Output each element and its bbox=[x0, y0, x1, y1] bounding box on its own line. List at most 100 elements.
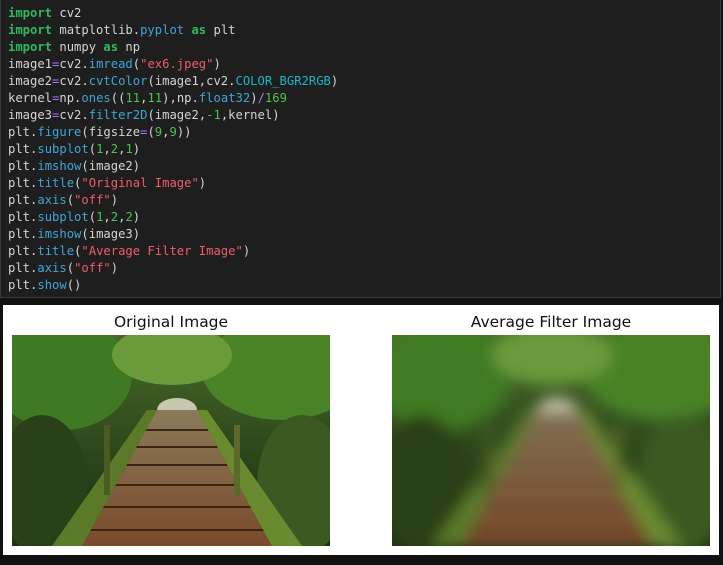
code-line: kernel=np.ones((11,11),np.float32)/169 bbox=[8, 90, 338, 107]
code-token: plt. bbox=[8, 193, 38, 207]
code-token: ) bbox=[330, 74, 339, 88]
original-image-title: Original Image bbox=[113, 313, 229, 331]
code-token: float32 bbox=[198, 91, 251, 105]
code-token: (image1,cv2. bbox=[147, 74, 236, 88]
code-token: title bbox=[37, 244, 75, 258]
original-image bbox=[12, 335, 330, 546]
code-line: import matplotlib.pyplot as plt bbox=[8, 22, 338, 39]
code-token: imshow bbox=[37, 159, 82, 173]
code-token: show bbox=[37, 278, 67, 292]
code-token: plt. bbox=[8, 159, 38, 173]
code-token: plt. bbox=[8, 278, 38, 292]
code-token: "off" bbox=[74, 261, 111, 275]
code-token: (image2, bbox=[147, 108, 207, 122]
code-token: ) bbox=[132, 142, 141, 156]
code-token: cv2. bbox=[59, 57, 89, 71]
code-token: title bbox=[37, 176, 75, 190]
code-token: ( bbox=[132, 57, 141, 71]
code-token: cv2 bbox=[52, 6, 82, 20]
code-token: ),np. bbox=[162, 91, 199, 105]
code-token: np bbox=[118, 40, 141, 54]
code-token: )) bbox=[176, 125, 192, 139]
code-token: subplot bbox=[37, 210, 89, 224]
code-token: (( bbox=[110, 91, 126, 105]
code-token: plt. bbox=[8, 210, 38, 224]
code-token: ( bbox=[147, 125, 155, 139]
code-line: plt.title("Original Image") bbox=[8, 175, 338, 192]
code-token: 1 bbox=[125, 142, 133, 156]
code-token: cv2. bbox=[59, 74, 89, 88]
code-token: image3 bbox=[8, 108, 53, 122]
code-line: plt.figure(figsize=(9,9)) bbox=[8, 124, 338, 141]
code-line: plt.axis("off") bbox=[8, 192, 338, 209]
code-line: import numpy as np bbox=[8, 39, 338, 56]
code-token: imshow bbox=[37, 227, 82, 241]
code-token: , bbox=[103, 210, 111, 224]
code-token: ) bbox=[110, 193, 119, 207]
code-line: image3=cv2.filter2D(image2,-1,kernel) bbox=[8, 107, 338, 124]
code-token: import bbox=[8, 6, 53, 20]
code-token: 2 bbox=[125, 210, 133, 224]
code-token: "Original Image" bbox=[81, 176, 199, 190]
code-token: () bbox=[66, 278, 82, 292]
code-token: matplotlib. bbox=[52, 23, 141, 37]
code-line: plt.title("Average Filter Image") bbox=[8, 243, 338, 260]
code-token: numpy bbox=[52, 40, 104, 54]
code-token: -1 bbox=[206, 108, 221, 122]
code-token: axis bbox=[37, 193, 67, 207]
code-token: "Average Filter Image" bbox=[81, 244, 243, 258]
code-token: 169 bbox=[264, 91, 287, 105]
code-token: ones bbox=[81, 91, 111, 105]
code-token: cvtColor bbox=[88, 74, 148, 88]
code-token: pyplot bbox=[140, 23, 185, 37]
code-token: "ex6.jpeg" bbox=[140, 57, 214, 71]
code-token: filter2D bbox=[88, 108, 148, 122]
code-token: 11 bbox=[125, 91, 141, 105]
code-token: 2 bbox=[110, 210, 119, 224]
code-token: plt. bbox=[8, 125, 38, 139]
code-line: plt.subplot(1,2,2) bbox=[8, 209, 338, 226]
code-token: plt bbox=[206, 23, 236, 37]
code-token: import bbox=[8, 40, 53, 54]
code-token: figure bbox=[37, 125, 82, 139]
code-token: (figsize bbox=[81, 125, 141, 139]
code-editor[interactable]: import cv2 import matplotlib.pyplot as pl… bbox=[8, 5, 338, 294]
code-cell[interactable]: import cv2 import matplotlib.pyplot as pl… bbox=[0, 0, 721, 298]
code-token: plt. bbox=[8, 176, 38, 190]
code-token: np. bbox=[59, 91, 82, 105]
filtered-image bbox=[392, 335, 710, 546]
code-token: image1 bbox=[8, 57, 53, 71]
code-token: subplot bbox=[37, 142, 89, 156]
code-token: ,kernel) bbox=[220, 108, 280, 122]
code-token: ) bbox=[198, 176, 207, 190]
code-token: (image2) bbox=[81, 159, 141, 173]
code-line: plt.imshow(image2) bbox=[8, 158, 338, 175]
code-token: COLOR_BGR2RGB bbox=[235, 74, 331, 88]
code-token: axis bbox=[37, 261, 67, 275]
code-line: plt.subplot(1,2,1) bbox=[8, 141, 338, 158]
code-token: "off" bbox=[74, 193, 111, 207]
code-line: plt.imshow(image3) bbox=[8, 226, 338, 243]
filtered-image-title: Average Filter Image bbox=[470, 313, 632, 331]
code-token: plt. bbox=[8, 261, 38, 275]
code-token: image2 bbox=[8, 74, 53, 88]
code-token: , bbox=[103, 142, 111, 156]
code-token: as bbox=[103, 40, 119, 54]
code-token: (image3) bbox=[81, 227, 141, 241]
code-token: ) bbox=[110, 261, 119, 275]
code-token: / bbox=[257, 91, 265, 105]
code-token: kernel bbox=[8, 91, 53, 105]
code-token: plt. bbox=[8, 142, 38, 156]
code-token: ( bbox=[88, 142, 97, 156]
code-line: plt.show() bbox=[8, 277, 338, 294]
code-token: ( bbox=[66, 261, 75, 275]
code-token: 2 bbox=[110, 142, 119, 156]
code-token: 11 bbox=[147, 91, 163, 105]
code-token: ) bbox=[213, 57, 221, 71]
code-line: image2=cv2.cvtColor(image1,cv2.COLOR_BGR… bbox=[8, 73, 338, 90]
code-token: ( bbox=[88, 210, 97, 224]
code-line: plt.axis("off") bbox=[8, 260, 338, 277]
code-token: ( bbox=[66, 193, 75, 207]
code-token: plt. bbox=[8, 227, 38, 241]
code-line: image1=cv2.imread("ex6.jpeg") bbox=[8, 56, 338, 73]
